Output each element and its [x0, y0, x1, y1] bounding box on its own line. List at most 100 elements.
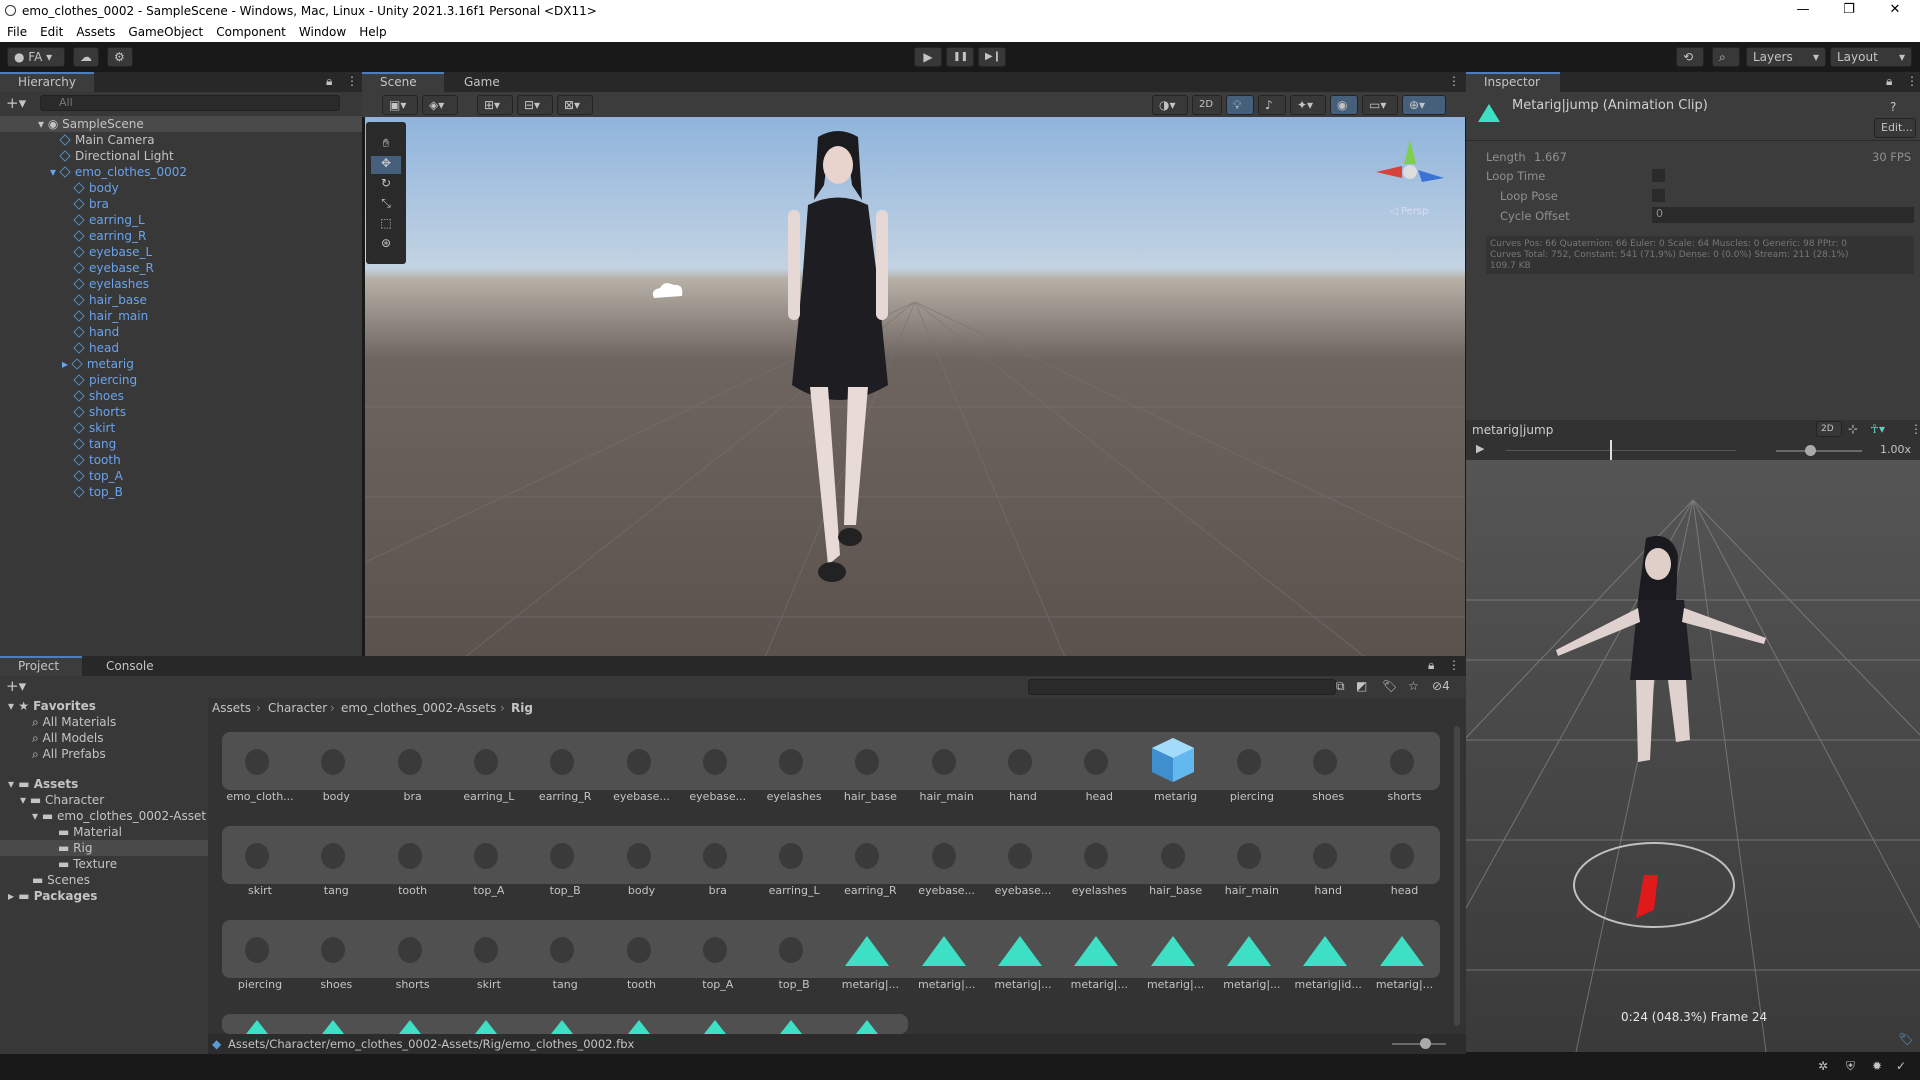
menu-window[interactable]: Window [292, 22, 352, 39]
hier-child[interactable]: tooth [0, 452, 121, 468]
asset-item[interactable]: skirt [222, 820, 292, 908]
rotate-tool-icon[interactable]: ↻ [371, 176, 401, 194]
asset-item[interactable]: piercing [1214, 726, 1284, 814]
edit-button[interactable]: Edit... [1874, 118, 1916, 138]
cloud-icon[interactable]: ☁ [73, 47, 99, 67]
visibility-icon[interactable]: ◉ [1330, 95, 1358, 115]
gizmos-icon[interactable]: ⊕▾ [1402, 95, 1446, 115]
scene-viewport[interactable]: ◁ Persp [365, 117, 1465, 657]
asset-item[interactable]: body [298, 726, 368, 814]
tab-game[interactable]: Game [446, 72, 516, 92]
layers-dropdown[interactable]: Layers ▾ [1746, 47, 1826, 67]
more-icon[interactable]: ⋮ [1910, 422, 1920, 436]
asset-item[interactable]: emo_cloth... [222, 726, 294, 814]
hier-prefab-root[interactable]: ▾ emo_clothes_0002 [0, 164, 187, 180]
avatar-icon[interactable]: ☥▾ [1870, 422, 1885, 436]
hand-tool-icon[interactable]: ✋︎ [371, 136, 401, 154]
animation-preview[interactable]: 0:24 (048.3%) Frame 24 🏷︎ [1466, 460, 1920, 1052]
close-button[interactable]: ✕ [1872, 0, 1918, 22]
hier-child[interactable]: eyelashes [0, 276, 149, 292]
play-button[interactable]: ▶ [914, 47, 942, 67]
transform-tool-icon[interactable]: ⊛ [371, 236, 401, 254]
asset-item[interactable]: metarig|... [832, 914, 902, 1002]
packages-row[interactable]: ▸ ▬ Packages [0, 888, 97, 904]
hierarchy-search[interactable]: All [40, 95, 340, 111]
more-icon[interactable]: ⋮ [1448, 74, 1460, 88]
tab-inspector[interactable]: Inspector [1466, 72, 1560, 92]
crumb-emo-assets[interactable]: emo_clothes_0002-Assets [341, 701, 496, 715]
asset-item[interactable]: shorts [375, 914, 445, 1002]
folder-rig[interactable]: ▬ Rig [0, 840, 208, 856]
asset-item[interactable]: metarig|... [909, 914, 979, 1002]
favorites-row[interactable]: ▾ ★ Favorites [0, 698, 96, 714]
asset-item[interactable]: metarig|... [1214, 914, 1284, 1002]
add-icon[interactable]: +▾ [6, 677, 26, 695]
asset-item[interactable]: metarig [1138, 726, 1208, 814]
asset-item[interactable] [527, 1014, 597, 1034]
asset-item[interactable] [222, 1014, 292, 1034]
label-icon[interactable]: 🏷︎ [1382, 679, 1397, 693]
more-icon[interactable]: ⋮ [1448, 658, 1460, 672]
fav-all-materials[interactable]: ⌕ All Materials [0, 714, 116, 730]
hier-child[interactable]: skirt [0, 420, 115, 436]
asset-item[interactable]: top_A [451, 820, 521, 908]
crumb-assets[interactable]: Assets [212, 701, 251, 715]
hier-child[interactable]: earring_R [0, 228, 146, 244]
history-icon[interactable]: ⟲ [1676, 47, 1704, 67]
tab-hierarchy[interactable]: Hierarchy [0, 72, 94, 92]
asset-item[interactable]: metarig|... [1061, 914, 1131, 1002]
progress-icon[interactable]: ✹ [1872, 1059, 1882, 1073]
tag-icon[interactable]: 🏷︎ [1898, 1032, 1913, 1046]
asset-item[interactable]: earring_R [527, 726, 597, 814]
persp-label[interactable]: ◁ Persp [1390, 206, 1428, 217]
hier-child[interactable]: eyebase_L [0, 244, 152, 260]
hier-item[interactable]: Main Camera [0, 132, 155, 148]
step-button[interactable]: ▶❙ [978, 47, 1006, 67]
asset-item[interactable] [680, 1014, 750, 1034]
thumbnail-size-handle[interactable] [1420, 1038, 1431, 1049]
rect-tool-icon[interactable]: ⬚ [371, 216, 401, 234]
preview-2d-toggle[interactable]: 2D [1816, 421, 1842, 437]
asset-item[interactable] [832, 1014, 902, 1034]
collab-icon[interactable]: ⚙ [107, 47, 133, 67]
asset-item[interactable] [756, 1014, 826, 1034]
asset-item[interactable]: body [604, 820, 674, 908]
asset-item[interactable]: top_B [756, 914, 826, 1002]
hier-child[interactable]: ▸ metarig [0, 356, 134, 372]
grid-snap-icon[interactable]: ⊞▾ [477, 95, 513, 115]
asset-item[interactable]: piercing [222, 914, 292, 1002]
hier-child[interactable]: top_A [0, 468, 123, 484]
folder-character[interactable]: ▾ ▬ Character [0, 792, 104, 808]
camera-icon[interactable]: ▭▾ [1362, 95, 1398, 115]
more-icon[interactable]: ⋮ [1906, 74, 1918, 88]
orientation-gizmo[interactable]: ◁ Persp [1370, 132, 1450, 222]
asset-item[interactable]: metarig|id... [1290, 914, 1362, 1002]
tab-project[interactable]: Project [0, 656, 82, 676]
menu-file[interactable]: File [0, 22, 33, 39]
timeline-cursor[interactable] [1609, 440, 1612, 460]
asset-item[interactable]: tooth [604, 914, 674, 1002]
asset-item[interactable]: earring_R [832, 820, 902, 908]
more-icon[interactable]: ⋮ [346, 74, 358, 88]
asset-item[interactable]: metarig|... [985, 914, 1055, 1002]
assets-row[interactable]: ▾ ▬ Assets [0, 776, 78, 792]
asset-item[interactable]: shoes [298, 914, 368, 1002]
folder-material[interactable]: ▬ Material [0, 824, 122, 840]
menu-component[interactable]: Component [209, 22, 292, 39]
debug-icon[interactable]: ✲ [1818, 1059, 1828, 1073]
speed-slider-handle[interactable] [1805, 445, 1817, 456]
folder-texture[interactable]: ▬ Texture [0, 856, 117, 872]
account-dropdown[interactable]: ● FA ▾ [7, 47, 65, 67]
menu-assets[interactable]: Assets [69, 22, 121, 39]
filter-type-icon[interactable]: ⧉ [1336, 679, 1345, 694]
asset-item[interactable]: earring_L [756, 820, 826, 908]
asset-item[interactable]: top_A [680, 914, 750, 1002]
asset-item[interactable]: hair_main [1214, 820, 1284, 908]
pivot-icon[interactable]: ⊹ [1848, 422, 1858, 436]
timeline-track[interactable] [1506, 450, 1736, 451]
help-icon[interactable]: ? [1890, 100, 1896, 114]
hier-child[interactable]: hair_main [0, 308, 148, 324]
2d-toggle[interactable]: 2D [1192, 95, 1222, 115]
hier-child[interactable]: tang [0, 436, 116, 452]
menu-edit[interactable]: Edit [33, 22, 69, 39]
